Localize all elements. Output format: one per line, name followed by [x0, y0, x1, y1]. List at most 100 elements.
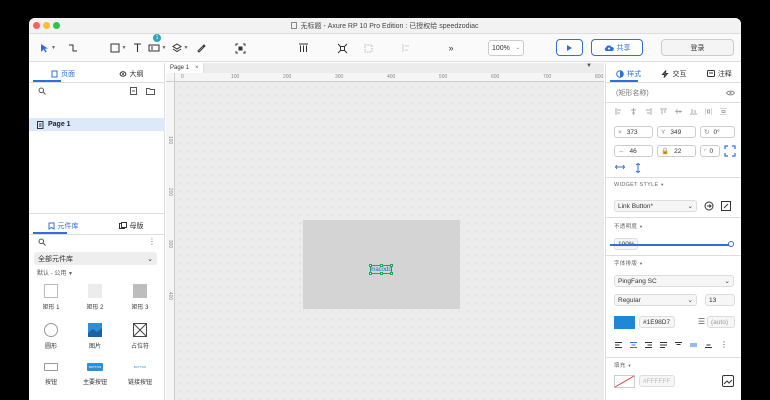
valign-bottom-icon[interactable]: [705, 342, 712, 348]
corner-radius-icon: ◜: [704, 148, 707, 155]
distribute-v-icon[interactable]: [720, 108, 727, 115]
crop-button[interactable]: [232, 40, 248, 56]
group-button[interactable]: [360, 40, 376, 56]
login-button[interactable]: 登录: [661, 39, 734, 56]
valign-middle-icon[interactable]: [690, 342, 697, 348]
share-label: 共享: [616, 44, 631, 52]
resize-handle[interactable]: [380, 264, 383, 267]
text-align-right-icon[interactable]: [645, 342, 652, 348]
fit-to-content-icon[interactable]: [724, 145, 736, 157]
widget-label: 圆形: [44, 344, 57, 350]
scale-button[interactable]: [334, 40, 350, 56]
align-middle-icon[interactable]: [675, 108, 682, 115]
rectangle-tool-button[interactable]: ▼: [109, 40, 127, 56]
align-center-icon[interactable]: [630, 108, 637, 115]
create-style-icon[interactable]: [721, 201, 731, 211]
more-options-icon[interactable]: ⋮: [148, 237, 156, 246]
x-field[interactable]: × 373: [614, 126, 653, 138]
distribute-h-icon[interactable]: [705, 108, 712, 115]
widget-rectangle-3[interactable]: 矩形 3: [120, 284, 160, 311]
select-tool-button[interactable]: ▼: [37, 40, 59, 56]
text-justify-icon[interactable]: [660, 342, 667, 348]
pen-tool-button[interactable]: [194, 40, 208, 56]
opacity-slider-track[interactable]: [610, 244, 730, 246]
add-page-icon[interactable]: [130, 87, 137, 95]
close-tab-icon[interactable]: ×: [195, 65, 199, 71]
lock-icon[interactable]: 🔒: [661, 147, 669, 155]
align-top-icon[interactable]: [660, 108, 667, 115]
widget-tool-button[interactable]: ▼ 1: [147, 34, 167, 56]
resize-handle[interactable]: [380, 272, 383, 275]
tab-style[interactable]: 样式: [606, 66, 651, 81]
library-group-label[interactable]: 默认 - 公用 ▼: [37, 268, 73, 277]
share-button[interactable]: 共享: [591, 39, 643, 56]
font-family-select[interactable]: PingFang SC ⌄: [614, 275, 734, 287]
masters-button[interactable]: [295, 40, 311, 56]
opacity-slider-knob[interactable]: [728, 241, 734, 247]
fill-color-field[interactable]: #FFFFFF: [639, 375, 675, 387]
primary-button-icon: BUTTON: [87, 363, 103, 371]
widget-image[interactable]: 图片: [75, 323, 115, 350]
width-field[interactable]: ⇔ 46: [614, 145, 653, 157]
tab-masters[interactable]: 母版: [97, 218, 165, 233]
library-select[interactable]: 全部元件库 ⌄: [34, 252, 157, 265]
valign-top-icon[interactable]: [675, 342, 682, 348]
more-text-options-icon[interactable]: ⋮: [720, 341, 728, 349]
tab-interactions[interactable]: 交互: [651, 66, 696, 81]
resize-handle[interactable]: [369, 272, 372, 275]
canvas-menu-icon[interactable]: ▼: [586, 63, 592, 69]
widget-style-label: WIDGET STYLE ▼: [614, 182, 665, 188]
resize-handle[interactable]: [390, 264, 393, 267]
corner-radius-field[interactable]: ◜ 0: [700, 145, 720, 157]
text-align-center-icon[interactable]: [630, 342, 637, 348]
text-color-field[interactable]: #1E98D7: [639, 316, 675, 328]
widget-label: 矩形 3: [131, 305, 149, 311]
widget-link-button[interactable]: BUTTON 链接按钮: [120, 363, 160, 386]
text-icon: [133, 43, 141, 52]
shape-name-field[interactable]: (矩形名称): [616, 88, 649, 98]
page-tab[interactable]: Page 1 ×: [166, 63, 204, 73]
widget-rectangle-1[interactable]: 矩形 1: [31, 284, 71, 311]
search-icon[interactable]: [38, 87, 46, 95]
apply-style-icon[interactable]: [704, 201, 714, 211]
align-right-icon[interactable]: [645, 108, 652, 115]
widget-button[interactable]: 按钮: [31, 363, 71, 386]
eye-icon[interactable]: [726, 90, 735, 96]
image-fill-icon[interactable]: [722, 375, 734, 387]
auto-fit-height-icon[interactable]: [633, 163, 643, 173]
tab-notes[interactable]: 注释: [697, 66, 741, 81]
align-bottom-icon[interactable]: [690, 108, 697, 115]
height-field[interactable]: 🔒 22: [657, 145, 696, 157]
y-field[interactable]: Y 349: [657, 126, 696, 138]
fill-color-swatch[interactable]: [614, 375, 635, 388]
text-tool-button[interactable]: [131, 40, 143, 56]
connector-tool-button[interactable]: [66, 40, 80, 56]
preview-button[interactable]: [556, 39, 583, 56]
align-left-icon[interactable]: [615, 108, 622, 115]
resize-handle[interactable]: [369, 264, 372, 267]
tab-outline[interactable]: 大纲: [97, 66, 165, 81]
canvas-link-button-widget[interactable]: macodo: [369, 264, 393, 275]
font-size-field[interactable]: 13: [705, 294, 735, 306]
auto-fit-width-icon[interactable]: [615, 163, 625, 171]
zoom-select[interactable]: 100% ⌄: [488, 40, 524, 56]
line-spacing-field[interactable]: (auto): [707, 316, 735, 328]
widget-style-select[interactable]: Link Button* ⌄: [614, 200, 697, 212]
align-button[interactable]: [398, 40, 412, 56]
tab-pages[interactable]: 页面: [29, 66, 97, 81]
add-folder-icon[interactable]: [146, 87, 155, 95]
rotation-field[interactable]: ↻ 0°: [700, 126, 735, 138]
widget-circle[interactable]: 圆形: [31, 323, 71, 350]
font-weight-select[interactable]: Regular ⌄: [614, 294, 697, 306]
text-align-left-icon[interactable]: [615, 342, 622, 348]
page-list-item[interactable]: Page 1: [29, 118, 165, 131]
search-icon[interactable]: [38, 238, 46, 246]
more-tools-button[interactable]: »: [444, 40, 458, 56]
layers-tool-button[interactable]: ▼: [170, 40, 190, 56]
text-color-swatch[interactable]: [614, 316, 635, 329]
tab-libraries[interactable]: 元件库: [29, 218, 97, 233]
widget-primary-button[interactable]: BUTTON 主要按钮: [75, 363, 115, 386]
widget-placeholder[interactable]: 占位符: [120, 323, 160, 350]
widget-rectangle-2[interactable]: 矩形 2: [75, 284, 115, 311]
resize-handle[interactable]: [390, 272, 393, 275]
